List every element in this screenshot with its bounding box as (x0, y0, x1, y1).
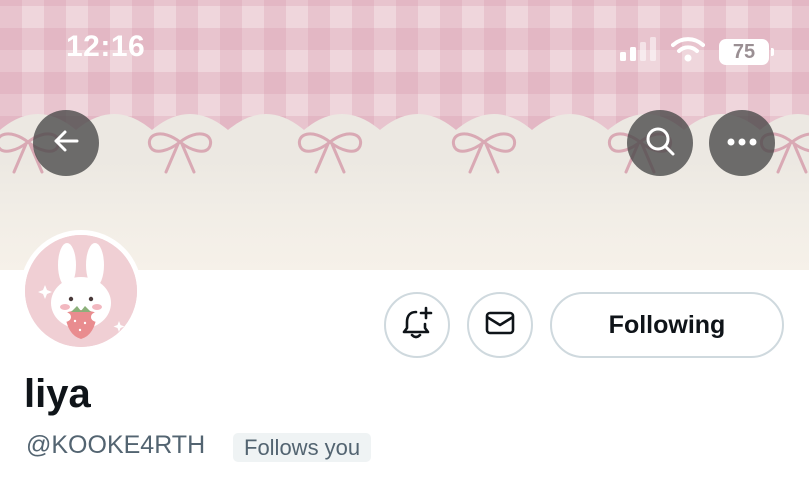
battery-indicator: 75 (719, 38, 774, 65)
status-icons: 75 (619, 36, 774, 67)
battery-level: 75 (732, 40, 756, 63)
arrow-left-icon (51, 126, 81, 161)
status-time: 12:16 (66, 30, 146, 63)
search-button[interactable] (627, 110, 693, 176)
envelope-icon (484, 309, 516, 342)
bunny-strawberry-illustration (25, 235, 137, 347)
following-button[interactable]: Following (550, 292, 784, 358)
message-button[interactable] (467, 292, 533, 358)
follows-you-badge: Follows you (233, 433, 372, 462)
wifi-icon (671, 36, 705, 67)
back-button[interactable] (33, 110, 99, 176)
user-handle: @KOOKE4RTH (26, 431, 206, 459)
display-name: liya (24, 372, 91, 416)
avatar[interactable] (20, 230, 142, 352)
more-horizontal-icon (726, 134, 758, 152)
avatar-image (25, 235, 137, 347)
more-options-button[interactable] (709, 110, 775, 176)
notifications-button[interactable] (384, 292, 450, 358)
bell-plus-icon (400, 306, 434, 345)
search-icon (644, 125, 676, 162)
cellular-signal-icon (619, 37, 657, 66)
